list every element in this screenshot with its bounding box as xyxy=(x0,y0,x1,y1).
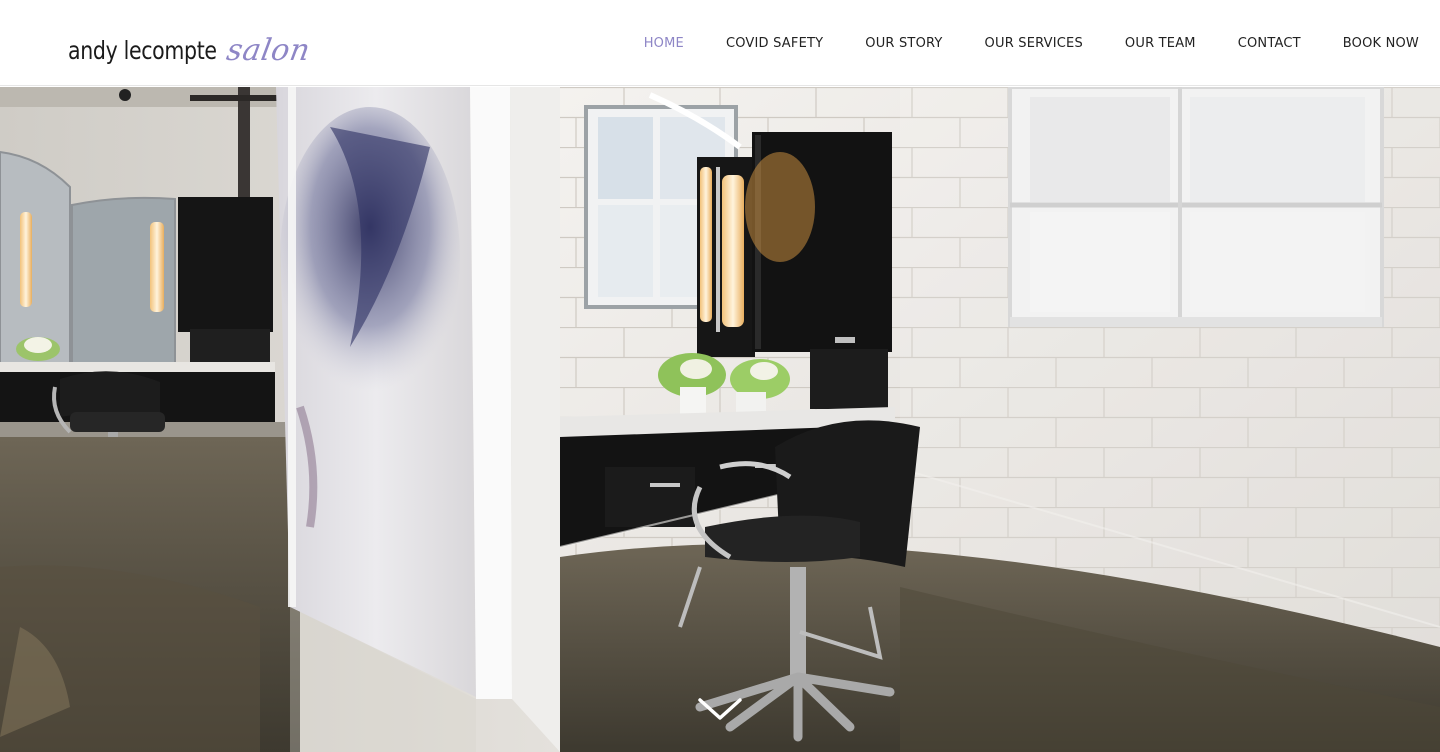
nav-contact[interactable]: CONTACT xyxy=(1238,35,1301,53)
salon-interior-illustration xyxy=(0,87,1440,752)
chevron-down-icon xyxy=(698,698,742,720)
hero-image xyxy=(0,87,1440,752)
main-nav: HOME COVID SAFETY OUR STORY OUR SERVICES… xyxy=(644,35,1440,53)
nav-home[interactable]: HOME xyxy=(644,35,684,53)
site-header: andy lecompte salon HOME COVID SAFETY OU… xyxy=(0,0,1440,86)
logo-script: salon xyxy=(224,33,314,68)
nav-our-team[interactable]: OUR TEAM xyxy=(1125,35,1196,53)
scroll-down-button[interactable] xyxy=(698,696,742,722)
logo[interactable]: andy lecompte salon xyxy=(68,22,314,68)
logo-wordmark: andy lecompte xyxy=(68,36,217,65)
nav-our-services[interactable]: OUR SERVICES xyxy=(985,35,1083,53)
nav-book-now[interactable]: BOOK NOW xyxy=(1343,35,1419,53)
nav-our-story[interactable]: OUR STORY xyxy=(865,35,942,53)
nav-covid-safety[interactable]: COVID SAFETY xyxy=(726,35,823,53)
